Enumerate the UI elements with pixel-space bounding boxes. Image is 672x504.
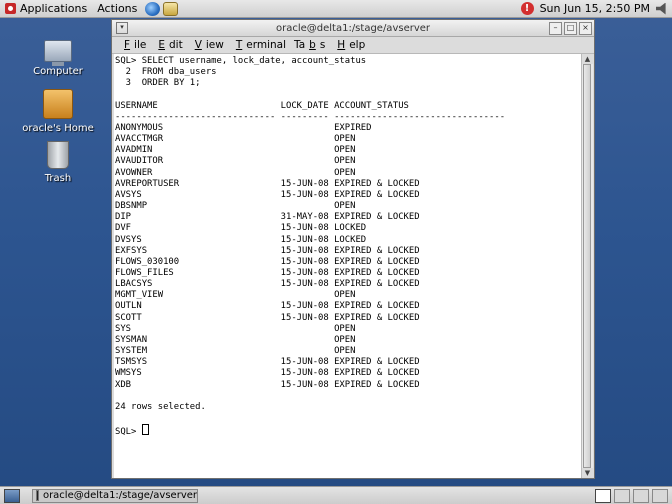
- applications-menu[interactable]: Applications: [0, 0, 92, 18]
- taskbar-item-label: oracle@delta1:/stage/avserver: [42, 490, 197, 501]
- desktop-icon-home[interactable]: oracle's Home: [18, 89, 98, 134]
- result-row: AVOWNER OPEN: [115, 167, 356, 178]
- actions-label: Actions: [97, 2, 138, 15]
- menu-tabs[interactable]: Ta b s: [294, 39, 325, 51]
- vertical-scrollbar[interactable]: ▲ ▼: [581, 54, 593, 478]
- desktop-icon-label: oracle's Home: [22, 123, 94, 134]
- home-folder-icon: [43, 89, 73, 119]
- window-titlebar[interactable]: ▾ oracle@delta1:/stage/avserver – □ ×: [112, 20, 594, 37]
- top-panel: Applications Actions ! Sun Jun 15, 2:50 …: [0, 0, 672, 18]
- result-row: OUTLN 15-JUN-08 EXPIRED & LOCKED: [115, 301, 420, 312]
- show-desktop-icon[interactable]: [4, 488, 20, 503]
- result-row: SCOTT 15-JUN-08 EXPIRED & LOCKED: [115, 312, 420, 323]
- result-row: AVAUDITOR OPEN: [115, 156, 356, 167]
- scroll-up-icon[interactable]: ▲: [582, 54, 593, 64]
- workspace-4[interactable]: [652, 488, 668, 503]
- result-row: WMSYS 15-JUN-08 EXPIRED & LOCKED: [115, 368, 420, 379]
- window-title: oracle@delta1:/stage/avserver: [275, 22, 431, 34]
- result-separator: ------------------------------ ---------…: [115, 111, 506, 122]
- result-row: EXFSYS 15-JUN-08 EXPIRED & LOCKED: [115, 245, 420, 256]
- window-menubar: File Edit View Terminal Ta b s Help: [112, 37, 594, 54]
- result-row: FLOWS_030100 15-JUN-08 EXPIRED & LOCKED: [115, 256, 420, 267]
- desktop-icon-computer[interactable]: Computer: [18, 36, 98, 77]
- bottom-panel: oracle@delta1:/stage/avserver: [0, 486, 672, 504]
- scroll-down-icon[interactable]: ▼: [582, 468, 593, 478]
- workspace-switcher: [592, 488, 668, 503]
- result-row: DIP 31-MAY-08 EXPIRED & LOCKED: [115, 212, 420, 223]
- terminal-icon: [36, 490, 39, 501]
- taskbar-item-terminal[interactable]: oracle@delta1:/stage/avserver: [32, 488, 198, 503]
- applications-label: Applications: [20, 2, 88, 15]
- scrollbar-thumb[interactable]: [583, 64, 591, 468]
- redhat-icon: [5, 3, 16, 14]
- menu-view[interactable]: View: [191, 39, 224, 51]
- desktop-icon-label: Trash: [44, 173, 72, 184]
- result-row: AVSYS 15-JUN-08 EXPIRED & LOCKED: [115, 189, 420, 200]
- result-row: SYSMAN OPEN: [115, 334, 356, 345]
- result-row: AVADMIN OPEN: [115, 145, 356, 156]
- result-row: XDB 15-JUN-08 EXPIRED & LOCKED: [115, 379, 420, 390]
- result-row: FLOWS_FILES 15-JUN-08 EXPIRED & LOCKED: [115, 267, 420, 278]
- menu-help[interactable]: Help: [333, 39, 365, 51]
- workspace-3[interactable]: [633, 488, 649, 503]
- text-cursor: [141, 424, 149, 436]
- menu-file[interactable]: File: [120, 39, 146, 51]
- sql-prompt: SQL>: [115, 427, 142, 438]
- result-row: AVACCTMGR OPEN: [115, 134, 356, 145]
- result-row: ANONYMOUS EXPIRED: [115, 122, 372, 133]
- result-row: SYSTEM OPEN: [115, 346, 356, 357]
- rows-selected-text: 24 rows selected.: [115, 401, 206, 412]
- result-row: LBACSYS 15-JUN-08 EXPIRED & LOCKED: [115, 279, 420, 290]
- result-header: USERNAME LOCK_DATE ACCOUNT_STATUS: [115, 100, 409, 111]
- trash-icon: [47, 141, 69, 169]
- web-browser-launcher-icon[interactable]: [145, 1, 161, 16]
- workspace-1[interactable]: [595, 488, 611, 503]
- result-row: SYS OPEN: [115, 323, 356, 334]
- computer-icon: [44, 40, 72, 66]
- menu-edit[interactable]: Edit: [154, 39, 182, 51]
- workspace-2[interactable]: [614, 488, 630, 503]
- sql-query: SQL> SELECT username, lock_date, account…: [115, 56, 367, 89]
- clock[interactable]: Sun Jun 15, 2:50 PM: [540, 2, 650, 15]
- result-row: DBSNMP OPEN: [115, 201, 356, 212]
- result-row: AVREPORTUSER 15-JUN-08 EXPIRED & LOCKED: [115, 178, 420, 189]
- terminal-area[interactable]: SQL> SELECT username, lock_date, account…: [114, 54, 582, 478]
- sql-prompt-line[interactable]: SQL>: [115, 424, 582, 438]
- desktop-icon-label: Computer: [33, 66, 83, 77]
- volume-icon[interactable]: [656, 2, 666, 15]
- update-alert-icon[interactable]: !: [520, 2, 534, 15]
- result-row: DVSYS 15-JUN-08 LOCKED: [115, 234, 367, 245]
- terminal-window: ▾ oracle@delta1:/stage/avserver – □ × Fi…: [111, 19, 595, 479]
- actions-menu[interactable]: Actions: [92, 0, 142, 18]
- result-row: MGMT_VIEW OPEN: [115, 290, 356, 301]
- email-launcher-icon[interactable]: [163, 1, 179, 16]
- menu-terminal[interactable]: Terminal: [232, 39, 286, 51]
- desktop-icon-trash[interactable]: Trash: [18, 141, 98, 184]
- result-row: DVF 15-JUN-08 LOCKED: [115, 223, 367, 234]
- result-row: TSMSYS 15-JUN-08 EXPIRED & LOCKED: [115, 357, 420, 368]
- result-rows: ANONYMOUS EXPIRED AVACCTMGR OPEN AVADMIN O…: [115, 123, 582, 391]
